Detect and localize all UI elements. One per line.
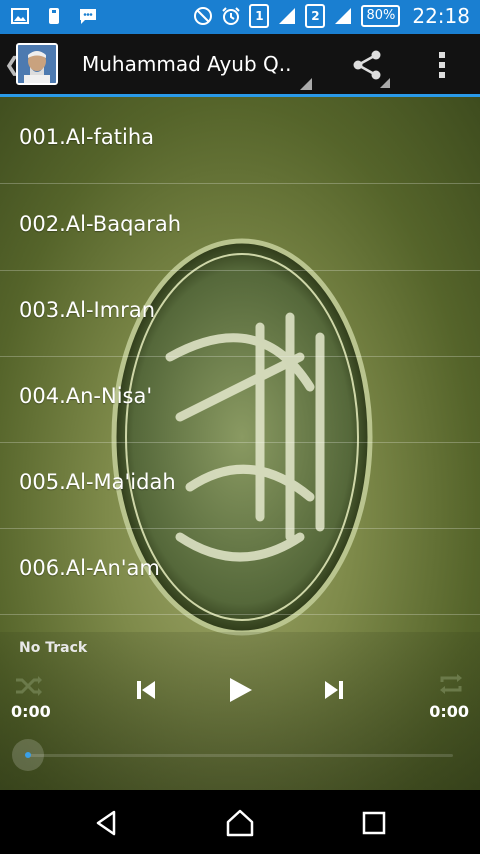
repeat-icon[interactable] (437, 672, 465, 696)
track-item-002[interactable]: 002.Al-Baqarah (0, 184, 480, 271)
app-title[interactable]: Muhammad Ayub Q.. (82, 52, 302, 76)
sim1-badge: 1 (249, 4, 270, 28)
track-item-005[interactable]: 005.Al-Ma'idah (0, 442, 480, 529)
title-dropdown-indicator[interactable] (300, 78, 312, 90)
seek-bar[interactable] (28, 754, 453, 757)
track-title: 002.Al-Baqarah (19, 212, 182, 236)
track-item-003[interactable]: 003.Al-Imran (0, 270, 480, 357)
nav-home-icon[interactable] (225, 808, 255, 838)
play-icon[interactable] (226, 676, 254, 704)
status-clock: 22:18 (412, 4, 470, 28)
elapsed-time: 0:00 (11, 702, 51, 721)
share-dropdown-indicator (380, 78, 390, 88)
player-panel: No Track 0:00 0:00 (0, 632, 480, 790)
status-bar: 1 2 80% 22:18 (0, 0, 480, 34)
battery-indicator: 80% (361, 5, 401, 27)
track-title: 006.Al-An'am (19, 556, 160, 580)
track-title: 001.Al-fatiha (19, 125, 155, 149)
signal-strength-icon (279, 8, 296, 24)
do-not-disturb-icon (194, 7, 213, 25)
app-bar: ❮ Muhammad Ayub Q.. (0, 34, 480, 94)
track-title: 005.Al-Ma'idah (19, 470, 176, 494)
share-icon[interactable] (350, 48, 384, 82)
seek-thumb[interactable] (12, 739, 44, 771)
now-playing-label: No Track (19, 640, 88, 656)
nav-recents-icon[interactable] (359, 808, 389, 838)
signal-strength-2-icon (335, 8, 352, 24)
track-title: 003.Al-Imran (19, 298, 155, 322)
track-item-004[interactable]: 004.An-Nisa' (0, 356, 480, 443)
previous-track-icon[interactable] (134, 678, 158, 702)
nav-back-icon[interactable] (92, 808, 122, 838)
next-track-icon[interactable] (322, 678, 346, 702)
gallery-notification-icon (11, 8, 29, 24)
reciter-avatar[interactable] (16, 43, 58, 85)
alarm-icon (222, 7, 241, 25)
system-nav-bar (0, 790, 480, 854)
track-title: 004.An-Nisa' (19, 384, 153, 408)
sim2-badge: 2 (305, 4, 326, 28)
track-list-area: 001.Al-fatiha 002.Al-Baqarah 003.Al-Imra… (0, 97, 480, 790)
overflow-menu-icon[interactable] (430, 48, 454, 82)
track-item-001[interactable]: 001.Al-fatiha (0, 97, 480, 184)
reciter-portrait-icon (18, 45, 56, 83)
track-item-006[interactable]: 006.Al-An'am (0, 528, 480, 615)
shuffle-icon[interactable] (14, 674, 44, 698)
message-notification-icon (80, 9, 96, 24)
usb-notification-icon (49, 8, 59, 24)
total-duration: 0:00 (429, 702, 469, 721)
